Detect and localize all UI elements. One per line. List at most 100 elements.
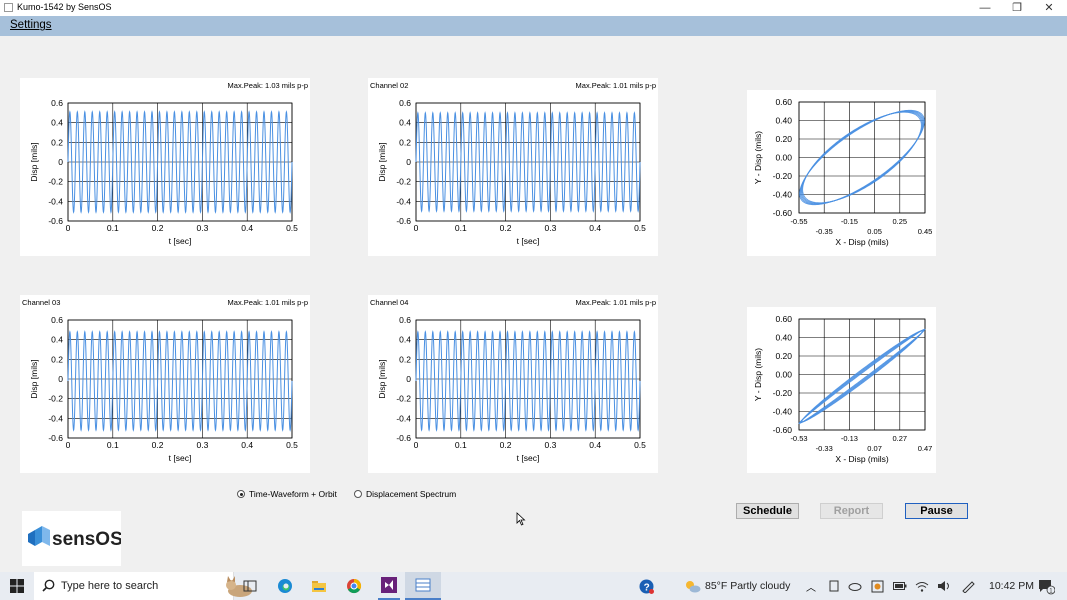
pen-workspace-icon[interactable] bbox=[959, 572, 977, 600]
kumo-app-button[interactable] bbox=[405, 572, 441, 600]
app-icon bbox=[4, 3, 13, 12]
notification-center-button[interactable]: 1 bbox=[1034, 572, 1058, 600]
channel-4-chart: Channel 04 Max.Peak: 1.01 mils p-p 0 0.1 0.2… bbox=[370, 298, 656, 463]
y-tick-label: 0.00 bbox=[775, 153, 792, 163]
app-window-icon bbox=[415, 578, 431, 592]
schedule-button[interactable]: Schedule bbox=[736, 503, 799, 519]
edge-button[interactable] bbox=[275, 572, 295, 600]
orbit-1-panel: 0.60 0.40 0.20 0.00 -0.20 -0.40 -0.60 -0.55 -0.1… bbox=[747, 90, 936, 256]
x-tick-label: 0.1 bbox=[107, 440, 119, 450]
channel-label: Channel 03 bbox=[22, 298, 60, 307]
x-tick-label: 0.5 bbox=[286, 223, 298, 233]
x-axis-label: t [sec] bbox=[517, 236, 540, 246]
report-button[interactable]: Report bbox=[820, 503, 883, 519]
y-axis-label: Disp [mils] bbox=[377, 359, 387, 398]
onedrive-icon[interactable] bbox=[847, 572, 863, 600]
y-tick-label: -0.4 bbox=[396, 413, 411, 423]
orbit-1-chart: 0.60 0.40 0.20 0.00 -0.20 -0.40 -0.60-0.55 -0.1… bbox=[753, 97, 932, 247]
y-tick-label: -0.6 bbox=[48, 216, 63, 226]
file-explorer-button[interactable] bbox=[309, 572, 329, 600]
mode-spectrum-option[interactable]: Displacement Spectrum bbox=[354, 489, 456, 499]
waveform-series bbox=[67, 110, 293, 214]
visual-studio-button[interactable] bbox=[378, 572, 400, 600]
battery-icon[interactable] bbox=[892, 572, 908, 600]
y-tick-label: 0.6 bbox=[51, 98, 63, 108]
y-tick-label: -0.40 bbox=[773, 190, 793, 200]
close-button[interactable]: ✕ bbox=[1033, 0, 1065, 16]
x-tick-label: 0.1 bbox=[455, 223, 467, 233]
x-tick-label: 0.5 bbox=[634, 223, 646, 233]
mode-spectrum-radio[interactable] bbox=[354, 490, 362, 498]
tray-shield-icon[interactable] bbox=[869, 572, 885, 600]
y-axis-label: Y - Disp (mils) bbox=[753, 131, 763, 184]
x-tick-label: 0.27 bbox=[892, 434, 907, 443]
volume-icon[interactable] bbox=[936, 572, 952, 600]
pause-button[interactable]: Pause bbox=[905, 503, 968, 519]
restore-button[interactable]: ❐ bbox=[1001, 0, 1033, 16]
y-tick-label: -0.6 bbox=[48, 433, 63, 443]
mode-waveform-orbit-option[interactable]: Time-Waveform + Orbit bbox=[237, 489, 337, 499]
search-placeholder: Type here to search bbox=[61, 580, 159, 592]
y-tick-label: 0.4 bbox=[399, 335, 411, 345]
orbit-trace bbox=[800, 330, 924, 423]
clock-time[interactable]: 10:42 PM bbox=[989, 580, 1034, 592]
channel-4-panel: Channel 04 Max.Peak: 1.01 mils p-p 0 0.1 0.2… bbox=[368, 295, 658, 473]
title-bar: Kumo-1542 by SensOS — ❐ ✕ bbox=[0, 0, 1067, 16]
y-tick-label: -0.60 bbox=[773, 208, 793, 218]
task-view-button[interactable] bbox=[240, 572, 260, 600]
orbit-2-panel: 0.60 0.40 0.20 0.00 -0.20 -0.40 -0.60 -0.53 -0.1… bbox=[747, 307, 936, 473]
x-tick-label: 0.5 bbox=[286, 440, 298, 450]
max-peak-label: Max.Peak: 1.03 mils p-p bbox=[228, 81, 308, 90]
x-tick-label: 0.3 bbox=[544, 223, 556, 233]
x-tick-label: 0.3 bbox=[196, 440, 208, 450]
x-tick-label: -0.33 bbox=[816, 444, 833, 453]
y-tick-label: -0.40 bbox=[773, 407, 793, 417]
x-tick-label: 0.25 bbox=[892, 217, 907, 226]
chrome-button[interactable] bbox=[344, 572, 364, 600]
weather-text[interactable]: 85°F Partly cloudy bbox=[705, 580, 790, 592]
minimize-button[interactable]: — bbox=[969, 0, 1001, 16]
y-tick-label: -0.2 bbox=[396, 394, 411, 404]
chrome-icon bbox=[347, 578, 362, 594]
start-button[interactable] bbox=[0, 572, 34, 600]
waveform-series bbox=[415, 330, 641, 432]
x-tick-label: 0.07 bbox=[867, 444, 882, 453]
tray-device-icon bbox=[829, 580, 839, 592]
y-tick-label: 0.6 bbox=[399, 98, 411, 108]
chevron-up-icon[interactable]: ︿ bbox=[804, 572, 818, 600]
max-peak-label: Max.Peak: 1.01 mils p-p bbox=[576, 298, 656, 307]
y-axis-label: Disp [mils] bbox=[377, 142, 387, 181]
x-tick-label: -0.13 bbox=[841, 434, 858, 443]
x-tick-label: 0.05 bbox=[867, 227, 882, 236]
y-tick-label: 0 bbox=[58, 374, 63, 384]
x-tick-label: 0.2 bbox=[500, 223, 512, 233]
y-tick-label: 0.2 bbox=[51, 354, 63, 364]
x-tick-label: 0.3 bbox=[196, 223, 208, 233]
folder-icon bbox=[312, 581, 326, 592]
y-tick-label: -0.2 bbox=[396, 177, 411, 187]
weather-button[interactable] bbox=[682, 572, 702, 600]
settings-menu[interactable]: Settings bbox=[10, 19, 52, 31]
y-axis-label: Y - Disp (mils) bbox=[753, 348, 763, 401]
y-tick-label: -0.4 bbox=[48, 196, 63, 206]
y-tick-label: -0.6 bbox=[396, 216, 411, 226]
weather-partly-cloudy-icon bbox=[685, 581, 700, 593]
x-tick-label: 0.47 bbox=[918, 444, 933, 453]
y-tick-label: 0.4 bbox=[51, 335, 63, 345]
x-tick-label: -0.55 bbox=[790, 217, 807, 226]
taskbar-search-input[interactable]: Type here to search bbox=[34, 572, 252, 600]
window-title: Kumo-1542 by SensOS bbox=[17, 2, 112, 12]
tray-app-icon[interactable] bbox=[826, 572, 842, 600]
wifi-icon[interactable] bbox=[914, 572, 930, 600]
channel-2-chart: Channel 02 Max.Peak: 1.01 mils p-p 0 0.1 0.2… bbox=[370, 81, 656, 246]
y-tick-label: 0.00 bbox=[775, 370, 792, 380]
help-button[interactable]: ? bbox=[637, 572, 655, 600]
x-tick-label: 0 bbox=[414, 440, 419, 450]
x-tick-label: 0.1 bbox=[107, 223, 119, 233]
x-tick-label: 0.1 bbox=[455, 440, 467, 450]
mode-waveform-orbit-label: Time-Waveform + Orbit bbox=[249, 489, 337, 499]
x-tick-label: 0.2 bbox=[500, 440, 512, 450]
mode-waveform-orbit-radio[interactable] bbox=[237, 490, 245, 498]
orbit-trace bbox=[801, 330, 923, 423]
search-icon bbox=[42, 579, 55, 592]
